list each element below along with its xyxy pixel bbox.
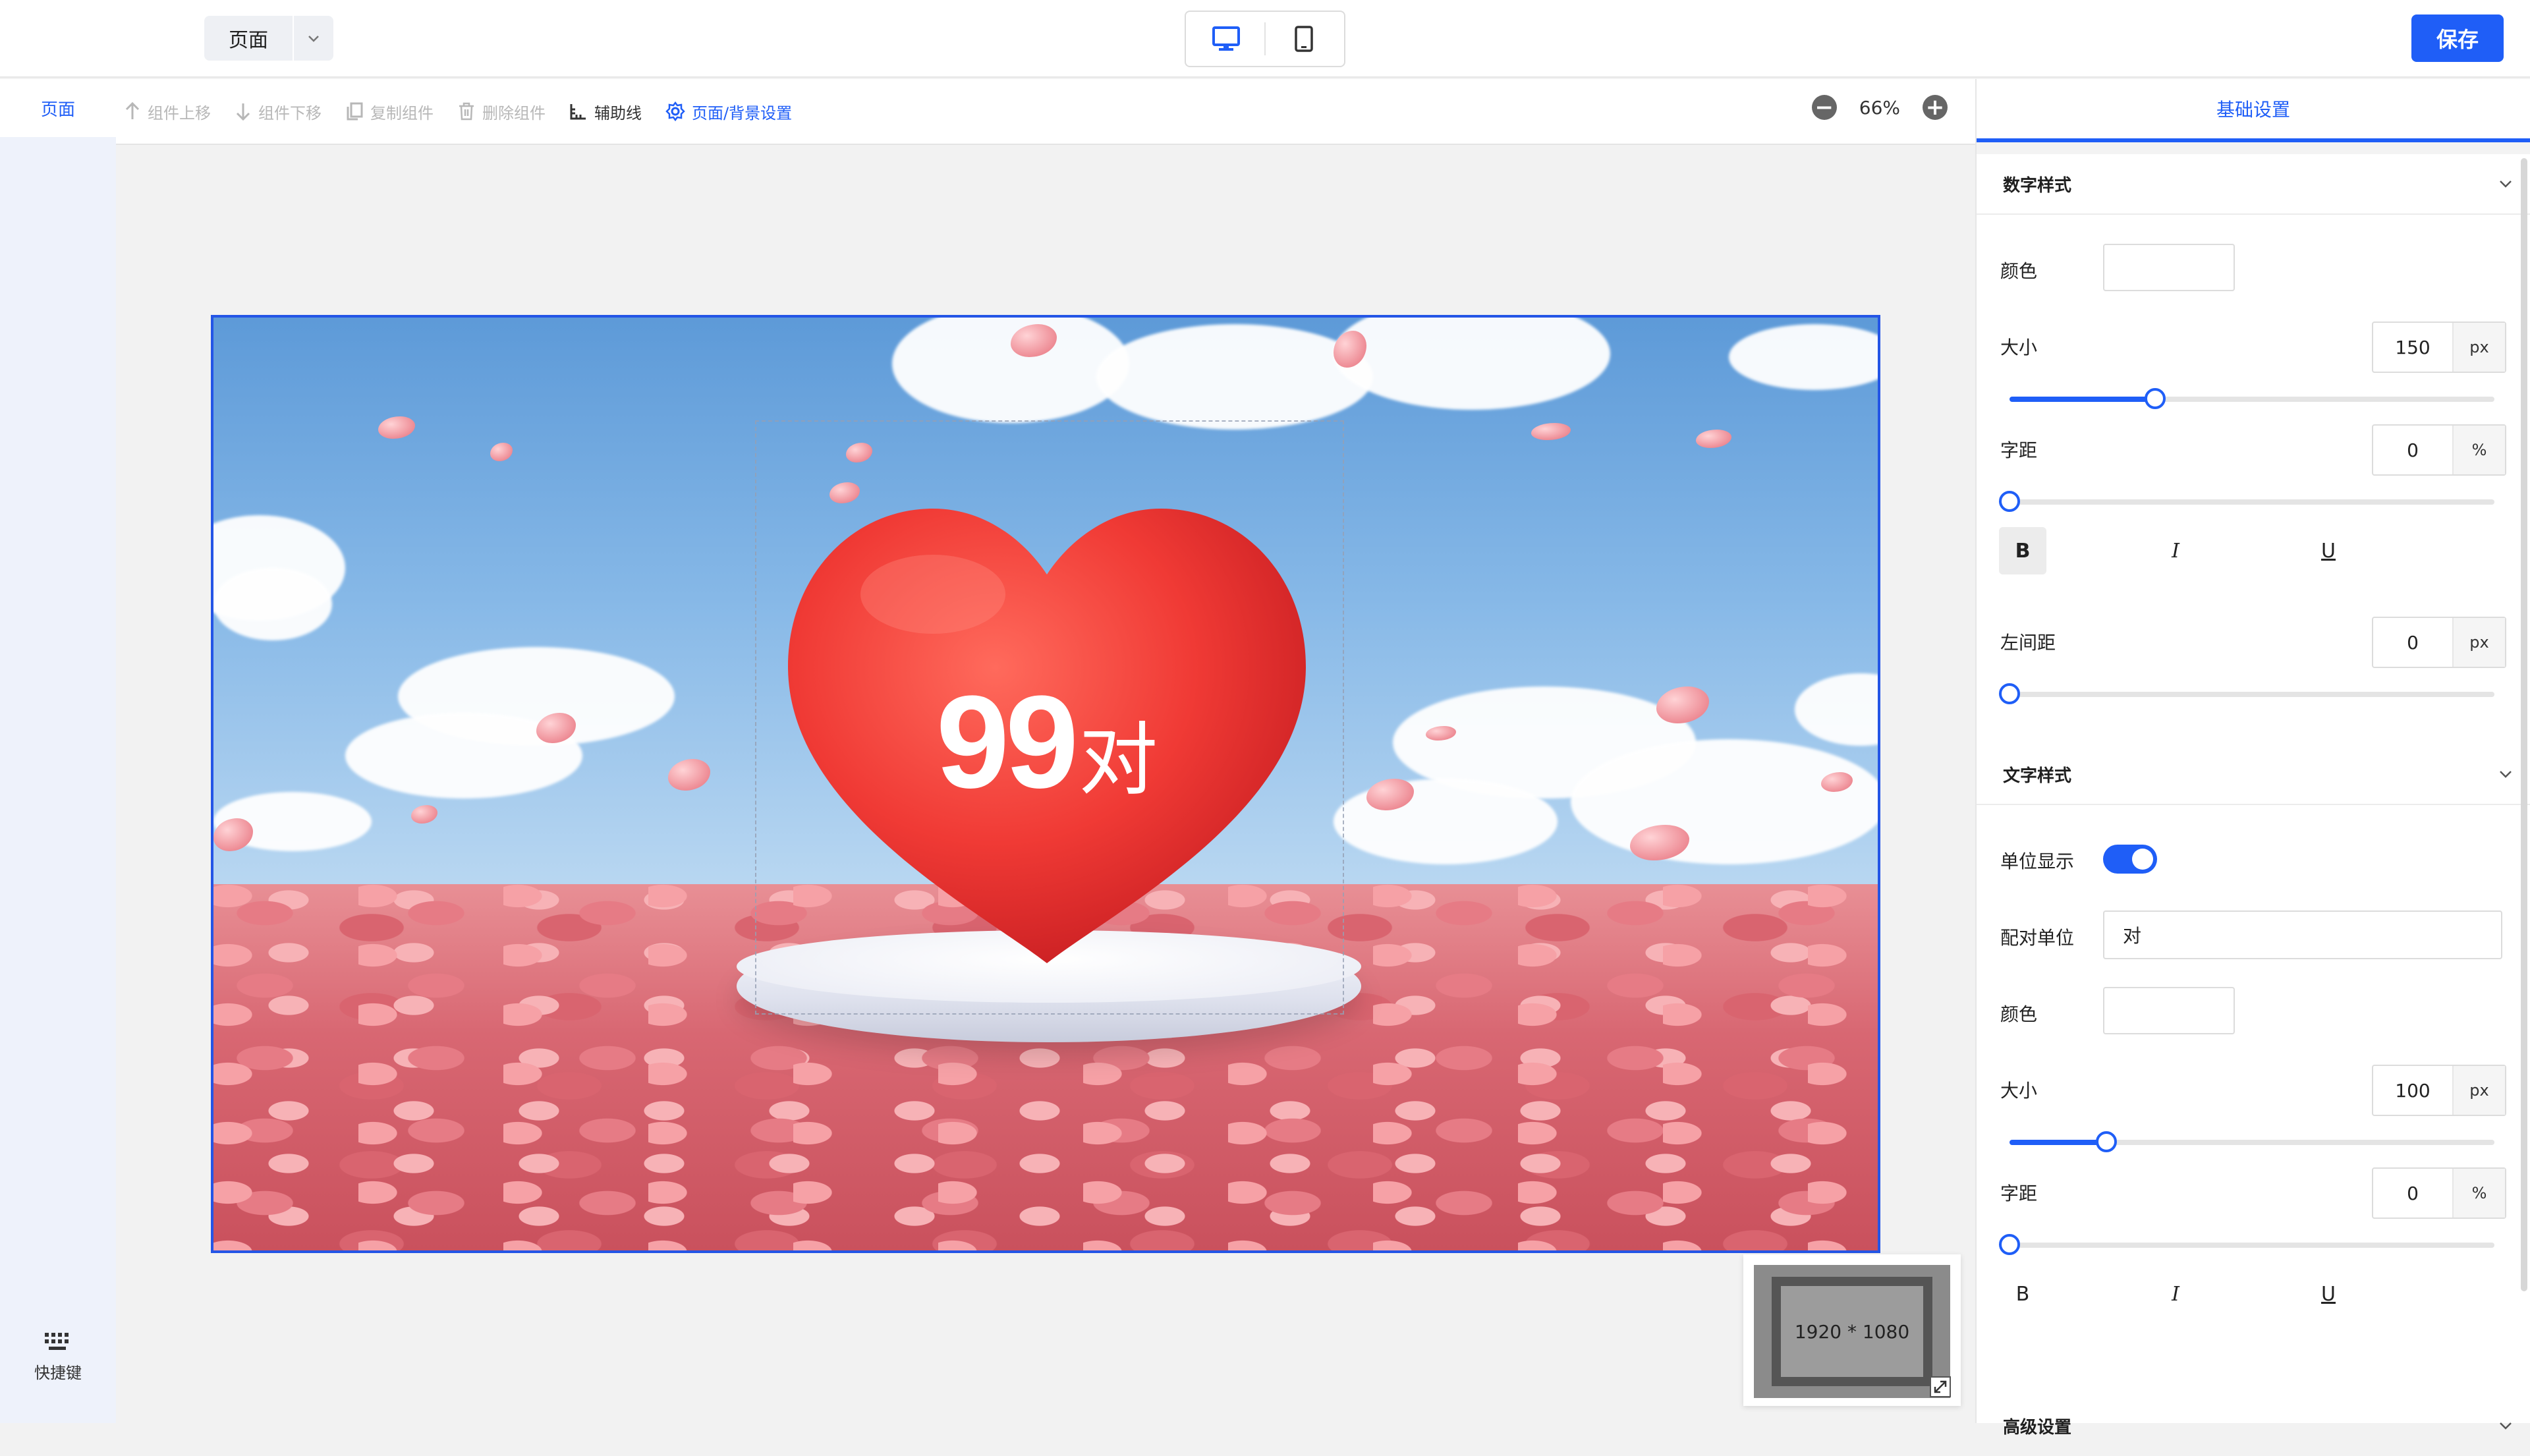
bold-button[interactable]: B <box>1999 1270 2046 1318</box>
petal <box>1696 430 1731 448</box>
petal <box>490 443 513 461</box>
copy-component-button[interactable]: 复制组件 <box>345 100 434 123</box>
number-spacing-input[interactable]: 0 % <box>2372 424 2506 476</box>
page-background-settings-button[interactable]: 页面/背景设置 <box>665 100 792 123</box>
shortcut-button[interactable]: 快捷键 <box>0 1331 116 1383</box>
cloud <box>1729 324 1878 390</box>
tab-basic-settings[interactable]: 基础设置 <box>1977 79 2530 142</box>
pair-unit-label: 配对单位 <box>2000 927 2075 949</box>
section-title: 数字样式 <box>2003 175 2072 196</box>
petal <box>668 759 710 791</box>
petal <box>1531 423 1571 440</box>
save-button[interactable]: 保存 <box>2411 14 2504 62</box>
cloud <box>213 568 332 640</box>
size-label: 大小 <box>2000 1080 2038 1102</box>
device-switcher <box>1185 11 1345 67</box>
slider-handle[interactable] <box>1999 1234 2020 1255</box>
text-size-slider[interactable] <box>2010 1131 2494 1152</box>
section-title: 高级设置 <box>2003 1417 2072 1438</box>
move-up-button[interactable]: 组件上移 <box>124 100 211 123</box>
color-label: 颜色 <box>2000 260 2038 282</box>
settings-panel: 基础设置 数字样式 颜色 大小 150 px 字距 0 % B I U 左间距 … <box>1975 79 2530 1438</box>
size-label: 大小 <box>2000 337 2038 358</box>
trash-icon <box>459 102 474 121</box>
top-bar: 页面 保存 <box>0 0 2530 78</box>
section-title: 文字样式 <box>2003 766 2072 786</box>
arrow-down-icon <box>236 103 250 121</box>
italic-button[interactable]: I <box>2152 527 2199 574</box>
number-color-swatch[interactable] <box>2103 244 2235 291</box>
chevron-down-icon <box>2500 1422 2512 1430</box>
editor-toolbar: 组件上移 组件下移 复制组件 删除组件 辅助线 页面/背景设置 − 66% + <box>116 79 1975 145</box>
selection-outline <box>755 420 1344 1015</box>
mobile-view-button[interactable] <box>1271 18 1337 60</box>
number-size-slider[interactable] <box>2010 388 2494 409</box>
slider-handle[interactable] <box>1999 683 2020 704</box>
number-spacing-slider[interactable] <box>1999 491 2494 512</box>
spacing-label: 字距 <box>2000 1183 2038 1204</box>
zoom-out-icon[interactable]: − <box>1811 95 1837 120</box>
expand-icon[interactable] <box>1929 1376 1952 1398</box>
zoom-level: 66% <box>1859 96 1900 119</box>
underline-button[interactable]: U <box>2305 1270 2352 1318</box>
slider-handle[interactable] <box>2096 1131 2118 1152</box>
color-label: 颜色 <box>2000 1003 2038 1025</box>
desktop-icon <box>1212 26 1240 51</box>
desktop-view-button[interactable] <box>1193 18 1260 60</box>
ruler-icon <box>570 104 586 120</box>
design-canvas[interactable]: 99对 <box>211 315 1880 1253</box>
bold-button[interactable]: B <box>1999 527 2046 574</box>
page-selector[interactable]: 页面 <box>204 16 333 61</box>
slider-handle[interactable] <box>1999 491 2020 512</box>
chevron-down-icon <box>2500 771 2512 778</box>
unit-display-label: 单位显示 <box>2000 851 2075 872</box>
gear-icon <box>665 101 685 121</box>
unit-display-toggle[interactable] <box>2103 845 2157 874</box>
left-margin-label: 左间距 <box>2000 632 2056 654</box>
guide-lines-button[interactable]: 辅助线 <box>569 100 642 123</box>
minimap[interactable]: 1920 * 1080 <box>1743 1254 1961 1406</box>
underline-button[interactable]: U <box>2305 527 2352 574</box>
left-margin-slider[interactable] <box>1999 683 2494 704</box>
minimap-viewport: 1920 * 1080 <box>1772 1277 1932 1386</box>
chevron-down-icon[interactable] <box>294 34 333 43</box>
text-color-swatch[interactable] <box>2103 987 2235 1034</box>
left-margin-input[interactable]: 0 px <box>2372 617 2506 668</box>
petal <box>1656 686 1709 723</box>
number-style-header[interactable]: 数字样式 <box>1977 154 2530 215</box>
advanced-settings-header[interactable]: 高级设置 <box>1977 1395 2530 1456</box>
text-size-input[interactable]: 100 px <box>2372 1065 2506 1116</box>
pair-unit-input[interactable]: 对 <box>2103 910 2502 959</box>
cloud <box>1571 739 1878 864</box>
mobile-icon <box>1295 26 1314 52</box>
italic-button[interactable]: I <box>2152 1270 2199 1318</box>
page-selector-label: 页面 <box>229 29 268 52</box>
panel-scrollbar[interactable] <box>2521 158 2527 1291</box>
text-spacing-input[interactable]: 0 % <box>2372 1167 2506 1219</box>
arrow-up-icon <box>125 101 140 119</box>
cloud <box>1096 324 1373 430</box>
keyboard-icon <box>45 1333 69 1350</box>
slider-handle[interactable] <box>2144 388 2166 409</box>
delete-component-button[interactable]: 删除组件 <box>457 100 546 123</box>
move-down-button[interactable]: 组件下移 <box>235 100 322 123</box>
number-size-input[interactable]: 150 px <box>2372 322 2506 373</box>
zoom-in-icon[interactable]: + <box>1923 95 1948 120</box>
petal <box>378 416 415 439</box>
cloud <box>1795 673 1878 746</box>
chevron-down-icon <box>2500 181 2512 188</box>
tab-page[interactable]: 页面 <box>0 79 116 137</box>
petal <box>411 805 437 824</box>
text-style-header[interactable]: 文字样式 <box>1977 744 2530 805</box>
left-rail: 页面 快捷键 <box>0 79 116 1423</box>
copy-icon <box>347 102 363 121</box>
cloud <box>1334 318 1610 410</box>
spacing-label: 字距 <box>2000 439 2038 461</box>
shortcut-label: 快捷键 <box>34 1364 82 1382</box>
cloud <box>892 318 1129 423</box>
text-spacing-slider[interactable] <box>1999 1234 2494 1255</box>
zoom-control: − 66% + <box>1811 95 1948 120</box>
